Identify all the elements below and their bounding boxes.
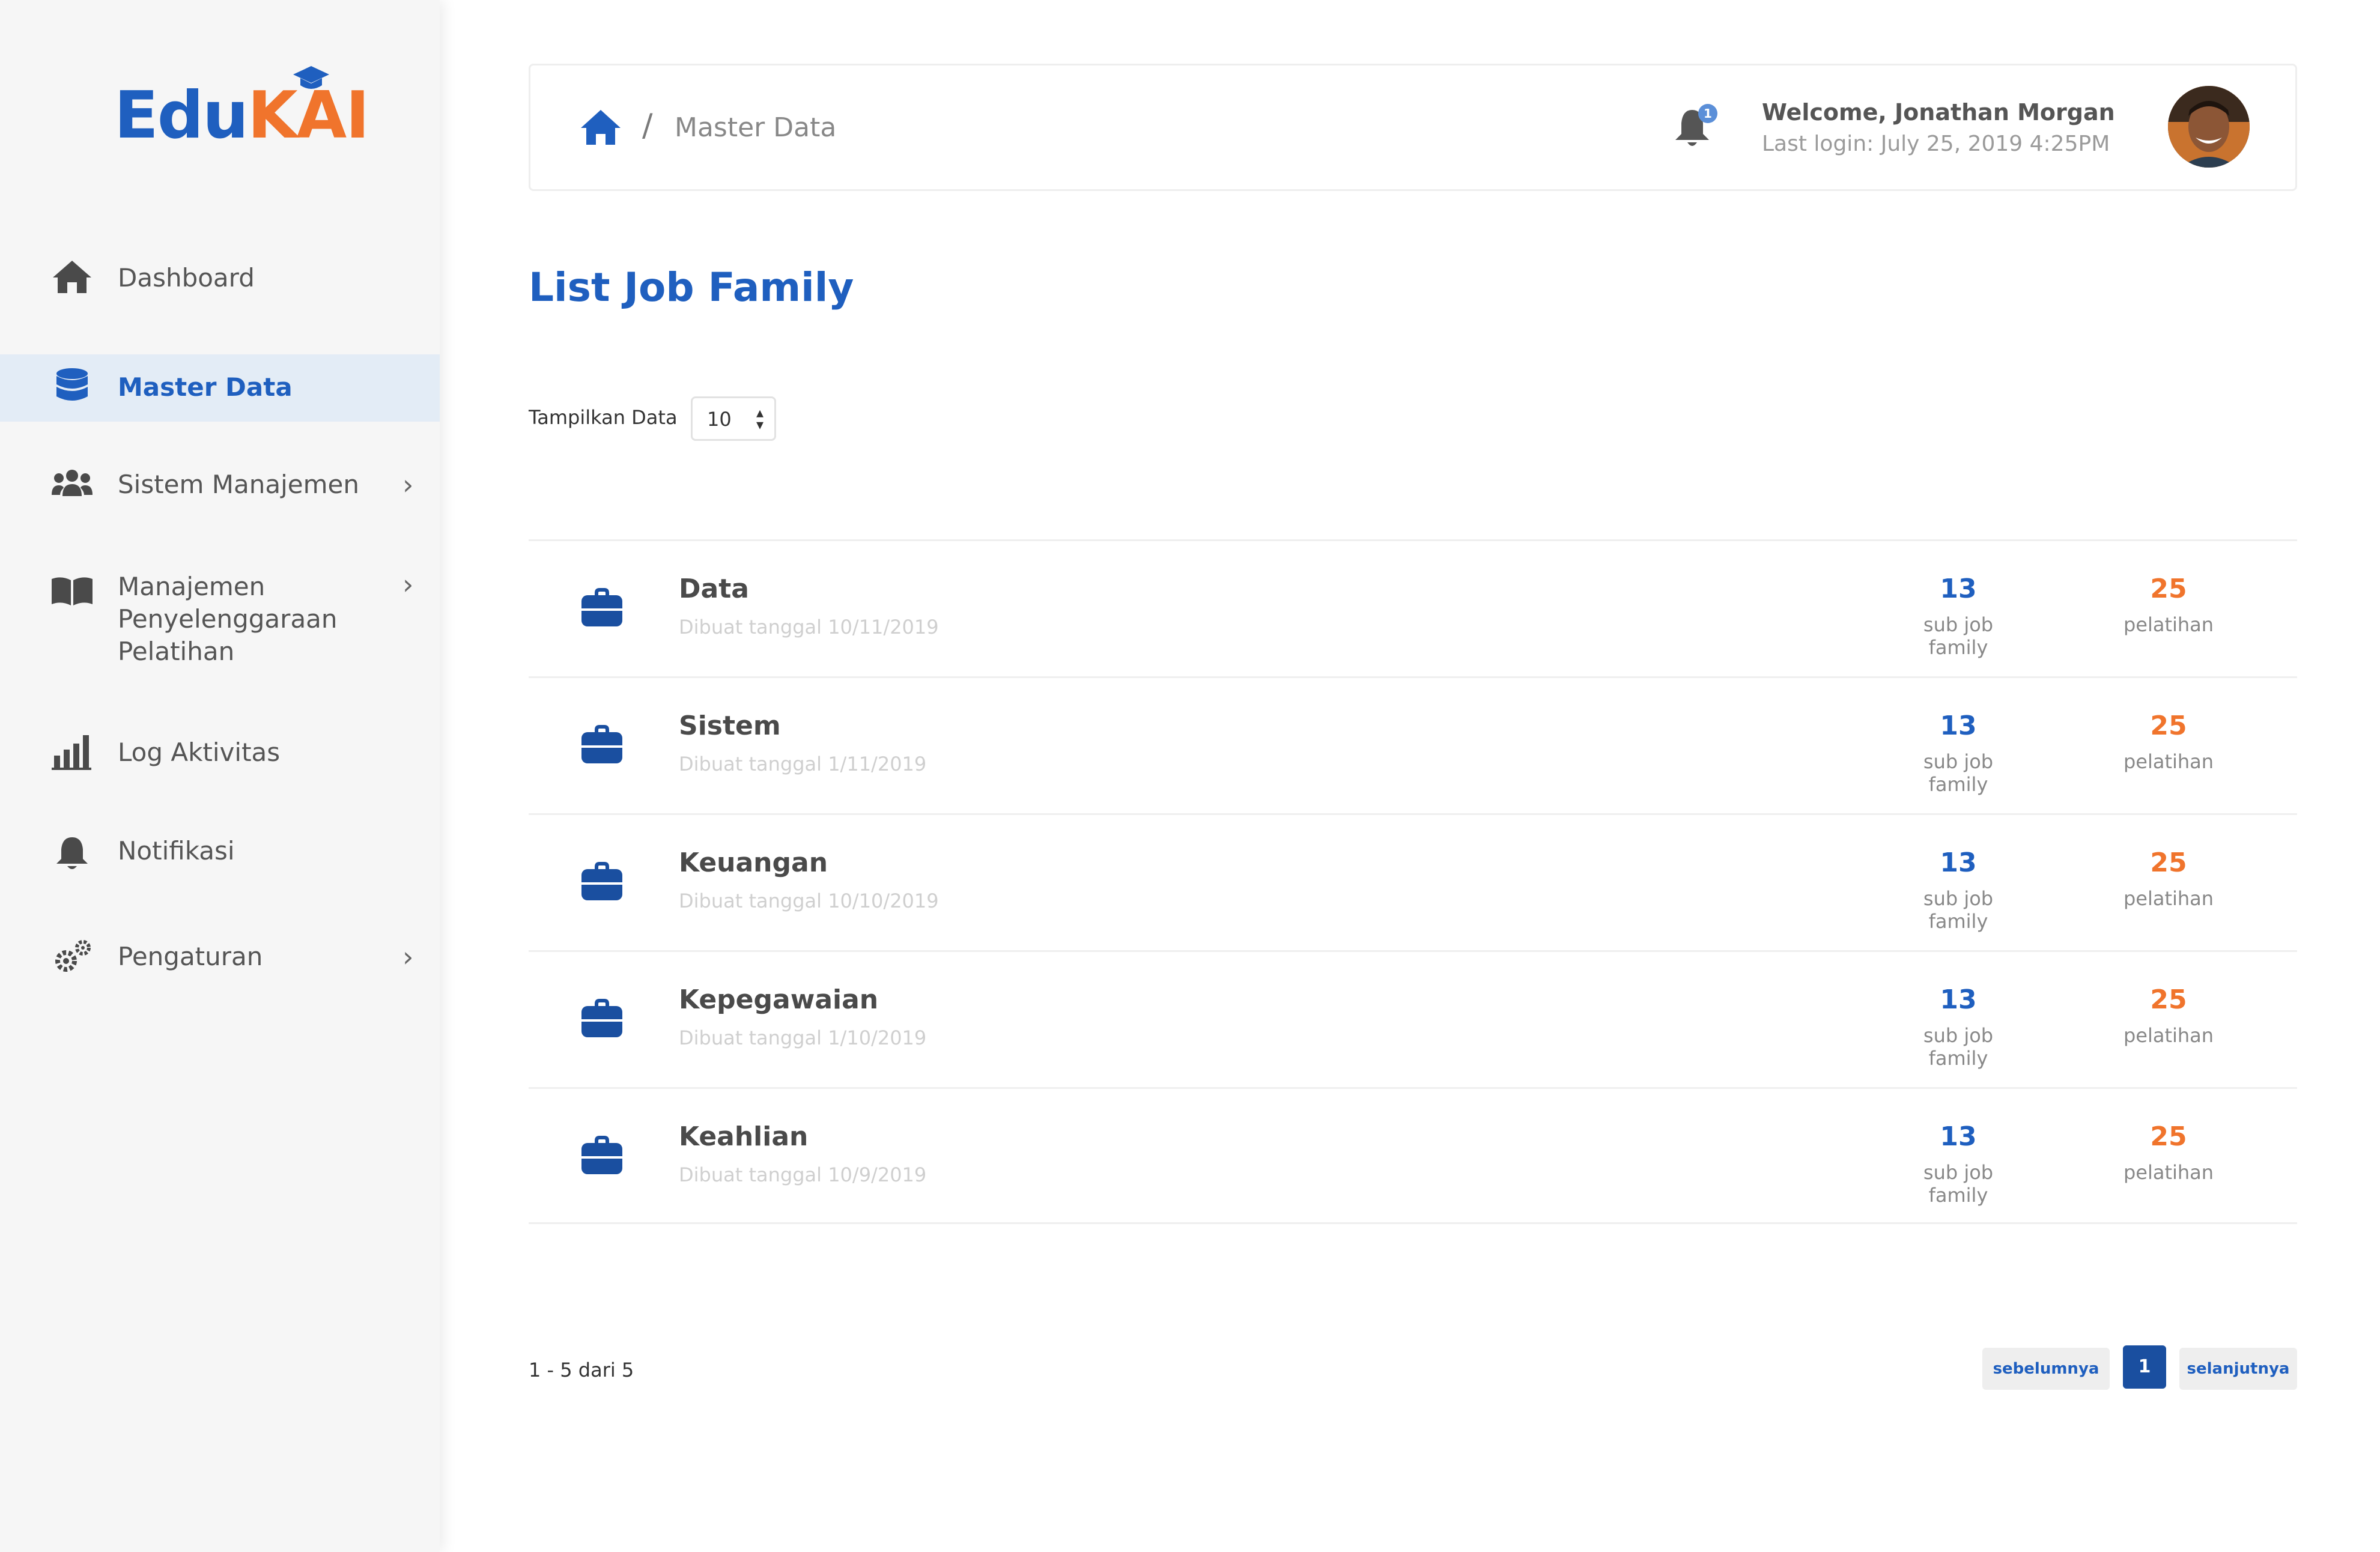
show-data-label: Tampilkan Data [529, 406, 678, 429]
sidebar-item-label: Pengaturan [118, 942, 263, 971]
home-icon[interactable] [580, 109, 622, 146]
bell-icon [56, 837, 88, 869]
sub-job-family-label: sub job family [1923, 750, 1994, 796]
list-item[interactable]: Kepegawaian Dibuat tanggal 1/10/2019 13 … [529, 950, 2297, 1087]
sidebar: EduKAI Dashboard Master Data Sistem Mana… [0, 0, 440, 1552]
welcome-text: Welcome, Jonathan Morgan [1762, 99, 2115, 126]
job-family-list: Data Dibuat tanggal 10/11/2019 13 sub jo… [529, 539, 2297, 1224]
chevron-right-icon: › [402, 468, 414, 501]
sidebar-item-label: Notifikasi [118, 836, 235, 865]
sub-job-family-count: 13 [1940, 847, 1977, 878]
chevron-right-icon: › [402, 941, 414, 973]
sidebar-item-pengaturan[interactable]: Pengaturan › [0, 938, 440, 992]
rows-per-page-value: 10 [707, 408, 732, 431]
graduation-cap-icon [293, 66, 329, 89]
rows-per-page-select[interactable]: 10 ▴ ▾ [691, 396, 776, 441]
chevron-right-icon: › [402, 568, 414, 601]
page-title: List Job Family [529, 264, 854, 311]
sub-job-family-label: sub job family [1923, 1161, 1994, 1207]
training-label: pelatihan [2123, 1024, 2214, 1047]
training-count: 25 [2150, 574, 2187, 604]
logo[interactable]: EduKAI [114, 66, 369, 153]
database-icon [56, 368, 88, 401]
bar-chart-icon [52, 735, 91, 770]
created-date: Dibuat tanggal 1/11/2019 [679, 753, 927, 775]
next-page-button[interactable]: selanjutnya [2179, 1348, 2297, 1390]
training-count: 25 [2150, 847, 2187, 878]
briefcase-icon [581, 725, 622, 763]
sidebar-item-dashboard[interactable]: Dashboard [0, 258, 440, 324]
breadcrumb-separator: / [642, 108, 653, 144]
top-header: / Master Data 1 Welcome, Jonathan Morgan… [529, 64, 2297, 191]
briefcase-icon [581, 588, 622, 626]
previous-page-button[interactable]: sebelumnya [1982, 1348, 2110, 1390]
sidebar-item-master-data[interactable]: Master Data [0, 354, 440, 422]
avatar[interactable] [2168, 86, 2250, 168]
created-date: Dibuat tanggal 10/9/2019 [679, 1163, 927, 1186]
sidebar-item-label: Manajemen [118, 572, 266, 601]
sidebar-item-label: Pelatihan [118, 637, 235, 666]
sub-job-family-count: 13 [1940, 1121, 1977, 1152]
sub-job-family-label: sub job family [1923, 1024, 1994, 1070]
sidebar-item-label: Master Data [118, 372, 293, 402]
pagination-range-text: 1 - 5 dari 5 [529, 1359, 634, 1381]
job-family-name[interactable]: Kepegawaian [679, 984, 878, 1015]
sub-job-family-label: sub job family [1923, 613, 1994, 659]
sidebar-item-manajemen-penyelenggaraan-pelatihan[interactable]: Manajemen Penyelenggaraan Pelatihan › [0, 568, 440, 673]
gears-icon [55, 940, 91, 972]
created-date: Dibuat tanggal 10/10/2019 [679, 890, 939, 912]
briefcase-icon [581, 862, 622, 900]
sub-job-family-count: 13 [1940, 984, 1977, 1015]
created-date: Dibuat tanggal 10/11/2019 [679, 616, 939, 638]
sub-job-family-count: 13 [1940, 711, 1977, 741]
sidebar-item-label: Log Aktivitas [118, 738, 281, 767]
last-login-text: Last login: July 25, 2019 4:25PM [1762, 132, 2110, 156]
sub-job-family-count: 13 [1940, 574, 1977, 604]
avatar-image [2168, 86, 2250, 168]
page-1-button[interactable]: 1 [2123, 1345, 2166, 1389]
list-item[interactable]: Data Dibuat tanggal 10/11/2019 13 sub jo… [529, 539, 2297, 676]
select-arrows-icon: ▴ ▾ [756, 404, 763, 433]
job-family-name[interactable]: Sistem [679, 711, 781, 741]
job-family-name[interactable]: Keuangan [679, 847, 828, 878]
sub-job-family-label: sub job family [1923, 887, 1994, 933]
book-icon [52, 577, 93, 605]
training-count: 25 [2150, 1121, 2187, 1152]
sidebar-item-sistem-manajemen[interactable]: Sistem Manajemen › [0, 466, 440, 520]
list-item[interactable]: Keuangan Dibuat tanggal 10/10/2019 13 su… [529, 813, 2297, 950]
sidebar-item-label: Penyelenggaraan [118, 604, 338, 634]
training-count: 25 [2150, 711, 2187, 741]
list-item[interactable]: Sistem Dibuat tanggal 1/11/2019 13 sub j… [529, 676, 2297, 813]
breadcrumb-current: Master Data [675, 112, 837, 143]
home-icon [53, 261, 91, 293]
sidebar-item-notifikasi[interactable]: Notifikasi [0, 832, 440, 887]
briefcase-icon [581, 999, 622, 1037]
notification-bell-icon[interactable]: 1 [1672, 103, 1720, 153]
briefcase-icon [581, 1136, 622, 1174]
job-family-name[interactable]: Keahlian [679, 1121, 808, 1152]
list-item[interactable]: Keahlian Dibuat tanggal 10/9/2019 13 sub… [529, 1087, 2297, 1224]
sidebar-item-log-aktivitas[interactable]: Log Aktivitas [0, 733, 440, 787]
created-date: Dibuat tanggal 1/10/2019 [679, 1026, 927, 1049]
training-label: pelatihan [2123, 887, 2214, 910]
notification-count-badge: 1 [1704, 106, 1712, 121]
logo-text-edu: Edu [114, 78, 249, 153]
training-label: pelatihan [2123, 1161, 2214, 1184]
training-label: pelatihan [2123, 750, 2214, 773]
training-label: pelatihan [2123, 613, 2214, 636]
sidebar-item-label: Dashboard [118, 263, 255, 293]
training-count: 25 [2150, 984, 2187, 1015]
users-icon [52, 470, 93, 496]
job-family-name[interactable]: Data [679, 574, 749, 604]
sidebar-item-label: Sistem Manajemen [118, 470, 359, 499]
